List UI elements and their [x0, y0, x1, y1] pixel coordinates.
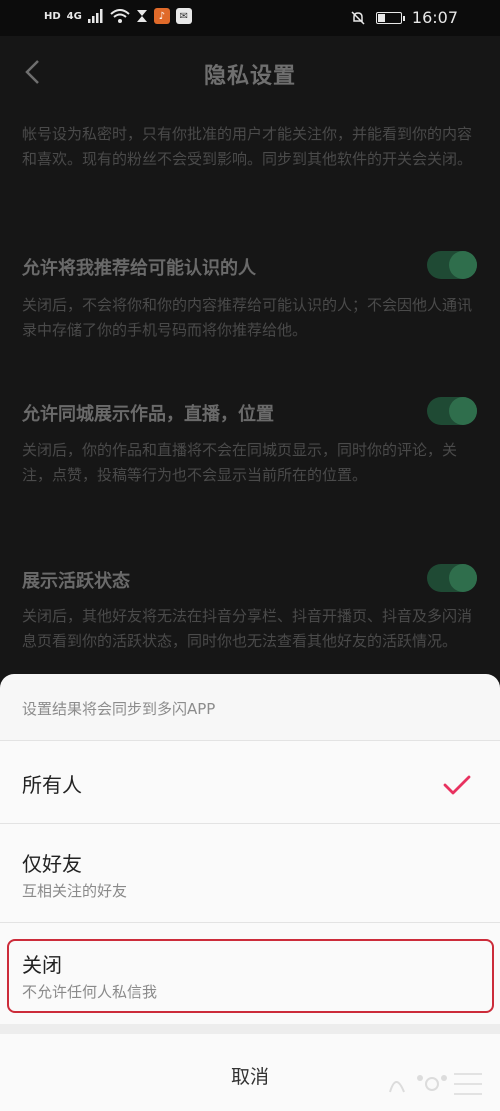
option-everyone[interactable]: 所有人 [0, 741, 500, 823]
wifi-icon [110, 9, 130, 23]
status-right: 16:07 [350, 8, 458, 27]
signal-icon [87, 9, 103, 23]
message-app-icon: ✉ [175, 8, 192, 24]
option-sublabel: 互相关注的好友 [22, 882, 128, 900]
header: 隐私设置 [0, 36, 500, 108]
watermark-icon [389, 1073, 482, 1095]
battery-fill [377, 13, 386, 22]
page-title: 隐私设置 [203, 64, 296, 89]
setting-desc-active-status: 关闭后，其他好友将无法在抖音分享栏、抖音开播页、抖音及多闪消息页看到你的活跃状态… [22, 607, 473, 650]
status-bar: HD 4G ♪ ✉ 16:07 [0, 0, 500, 36]
status-left: HD 4G ♪ ✉ [44, 8, 192, 24]
setting-desc-local: 关闭后，你的作品和直播将不会在同城页显示，同时你的评论，关注，点赞，投稿等行为也… [22, 441, 458, 484]
toggle-knob [449, 251, 477, 279]
checkmark-icon [443, 775, 471, 795]
highlight-box [7, 939, 494, 1013]
mute-bell-icon [351, 10, 365, 25]
toggle-active-status[interactable] [427, 564, 477, 592]
battery-icon [375, 11, 405, 24]
option-friends-only[interactable]: 仅好友 互相关注的好友 [0, 824, 500, 922]
option-label: 所有人 [22, 773, 82, 797]
hd-badge: HD [44, 10, 61, 22]
option-label: 仅好友 [22, 852, 82, 876]
toggle-recommend[interactable] [427, 251, 477, 279]
hourglass-icon [136, 10, 147, 22]
setting-desc-recommend: 关闭后，不会将你和你的内容推荐给可能认识的人；不会因他人通讯录中存储了你的手机号… [22, 296, 473, 339]
screen: HD 4G ♪ ✉ 16:07 隐私设置 帐号设为私密时，只有你批准的用户才能关… [0, 0, 500, 1111]
sync-note: 设置结果将会同步到多闪APP [22, 700, 216, 718]
toggle-knob [449, 564, 477, 592]
setting-title-active-status: 展示活跃状态 [22, 571, 130, 592]
clock: 16:07 [411, 8, 458, 27]
setting-title-recommend: 允许将我推荐给可能认识的人 [22, 258, 256, 279]
sheet-separator [0, 1024, 500, 1034]
toggle-knob [449, 397, 477, 425]
setting-title-local: 允许同城展示作品，直播，位置 [22, 404, 274, 425]
private-account-desc: 帐号设为私密时，只有你批准的用户才能关注你，并能看到你的内容和喜欢。现有的粉丝不… [22, 125, 473, 168]
notification-app-icon: ♪ [153, 8, 170, 24]
network-badge: 4G [66, 10, 82, 22]
sheet-header: 设置结果将会同步到多闪APP [0, 674, 500, 741]
toggle-local[interactable] [427, 397, 477, 425]
